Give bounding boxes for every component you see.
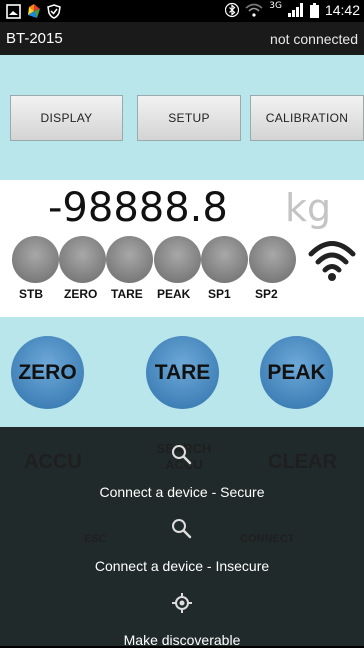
- status-bar: 3G 14:42: [0, 0, 364, 22]
- dim-overlay[interactable]: ACCU SEARCH ACCU CLEAR ESC CONNECT Conne…: [0, 427, 364, 648]
- clock: 14:42: [324, 2, 360, 18]
- shield-icon: [47, 3, 61, 19]
- weight-unit: kg: [285, 186, 332, 230]
- app-title: BT-2015: [6, 30, 63, 47]
- sp1-indicator-led: [201, 236, 248, 283]
- peak-button[interactable]: PEAK: [260, 336, 333, 409]
- wireless-signal-icon: [308, 241, 356, 281]
- weight-readout: -98888.8: [48, 185, 228, 231]
- clear-button[interactable]: CLEAR: [268, 451, 337, 474]
- zero-button[interactable]: ZERO: [11, 336, 84, 409]
- connect-insecure-item[interactable]: Connect a device - Insecure: [0, 558, 364, 574]
- setup-button[interactable]: SETUP: [137, 95, 241, 141]
- calibration-button[interactable]: CALIBRATION: [250, 95, 364, 141]
- location-target-icon: [172, 593, 192, 613]
- zero-indicator-label: ZERO: [64, 287, 98, 301]
- search-icon: [172, 445, 192, 465]
- tare-indicator-led: [106, 236, 153, 283]
- zero-indicator-led: [59, 236, 106, 283]
- peak-indicator-led: [154, 236, 201, 283]
- weight-display-panel: -98888.8 kg STB ZERO TARE PEAK SP1 SP2: [0, 180, 364, 317]
- stb-indicator-label: STB: [19, 287, 43, 301]
- tare-button[interactable]: TARE: [146, 336, 219, 409]
- search-icon: [172, 519, 192, 539]
- gallery-icon: [6, 3, 21, 19]
- peak-indicator-label: PEAK: [157, 287, 191, 301]
- sp2-indicator-led: [249, 236, 296, 283]
- connect-secure-label: Connect a device - Secure: [99, 484, 265, 500]
- tare-indicator-label: TARE: [111, 287, 143, 301]
- bluetooth-icon: [225, 2, 240, 18]
- wifi-status-icon: [245, 3, 263, 17]
- network-type: 3G: [269, 1, 282, 11]
- esc-button[interactable]: ESC: [84, 533, 107, 545]
- app-logo-icon: [28, 4, 40, 18]
- display-button[interactable]: DISPLAY: [10, 95, 123, 141]
- connection-status: not connected: [270, 31, 358, 47]
- connect-secure-item[interactable]: Connect a device - Secure: [0, 484, 364, 500]
- sp1-indicator-label: SP1: [208, 287, 231, 301]
- connect-insecure-label: Connect a device - Insecure: [94, 558, 270, 574]
- sp2-indicator-label: SP2: [255, 287, 278, 301]
- accu-button[interactable]: ACCU: [24, 451, 82, 474]
- connect-button[interactable]: CONNECT: [240, 533, 294, 545]
- title-bar: BT-2015 not connected: [0, 22, 364, 55]
- battery-icon: [309, 2, 319, 18]
- signal-icon: [287, 3, 303, 17]
- stb-indicator-led: [12, 236, 59, 283]
